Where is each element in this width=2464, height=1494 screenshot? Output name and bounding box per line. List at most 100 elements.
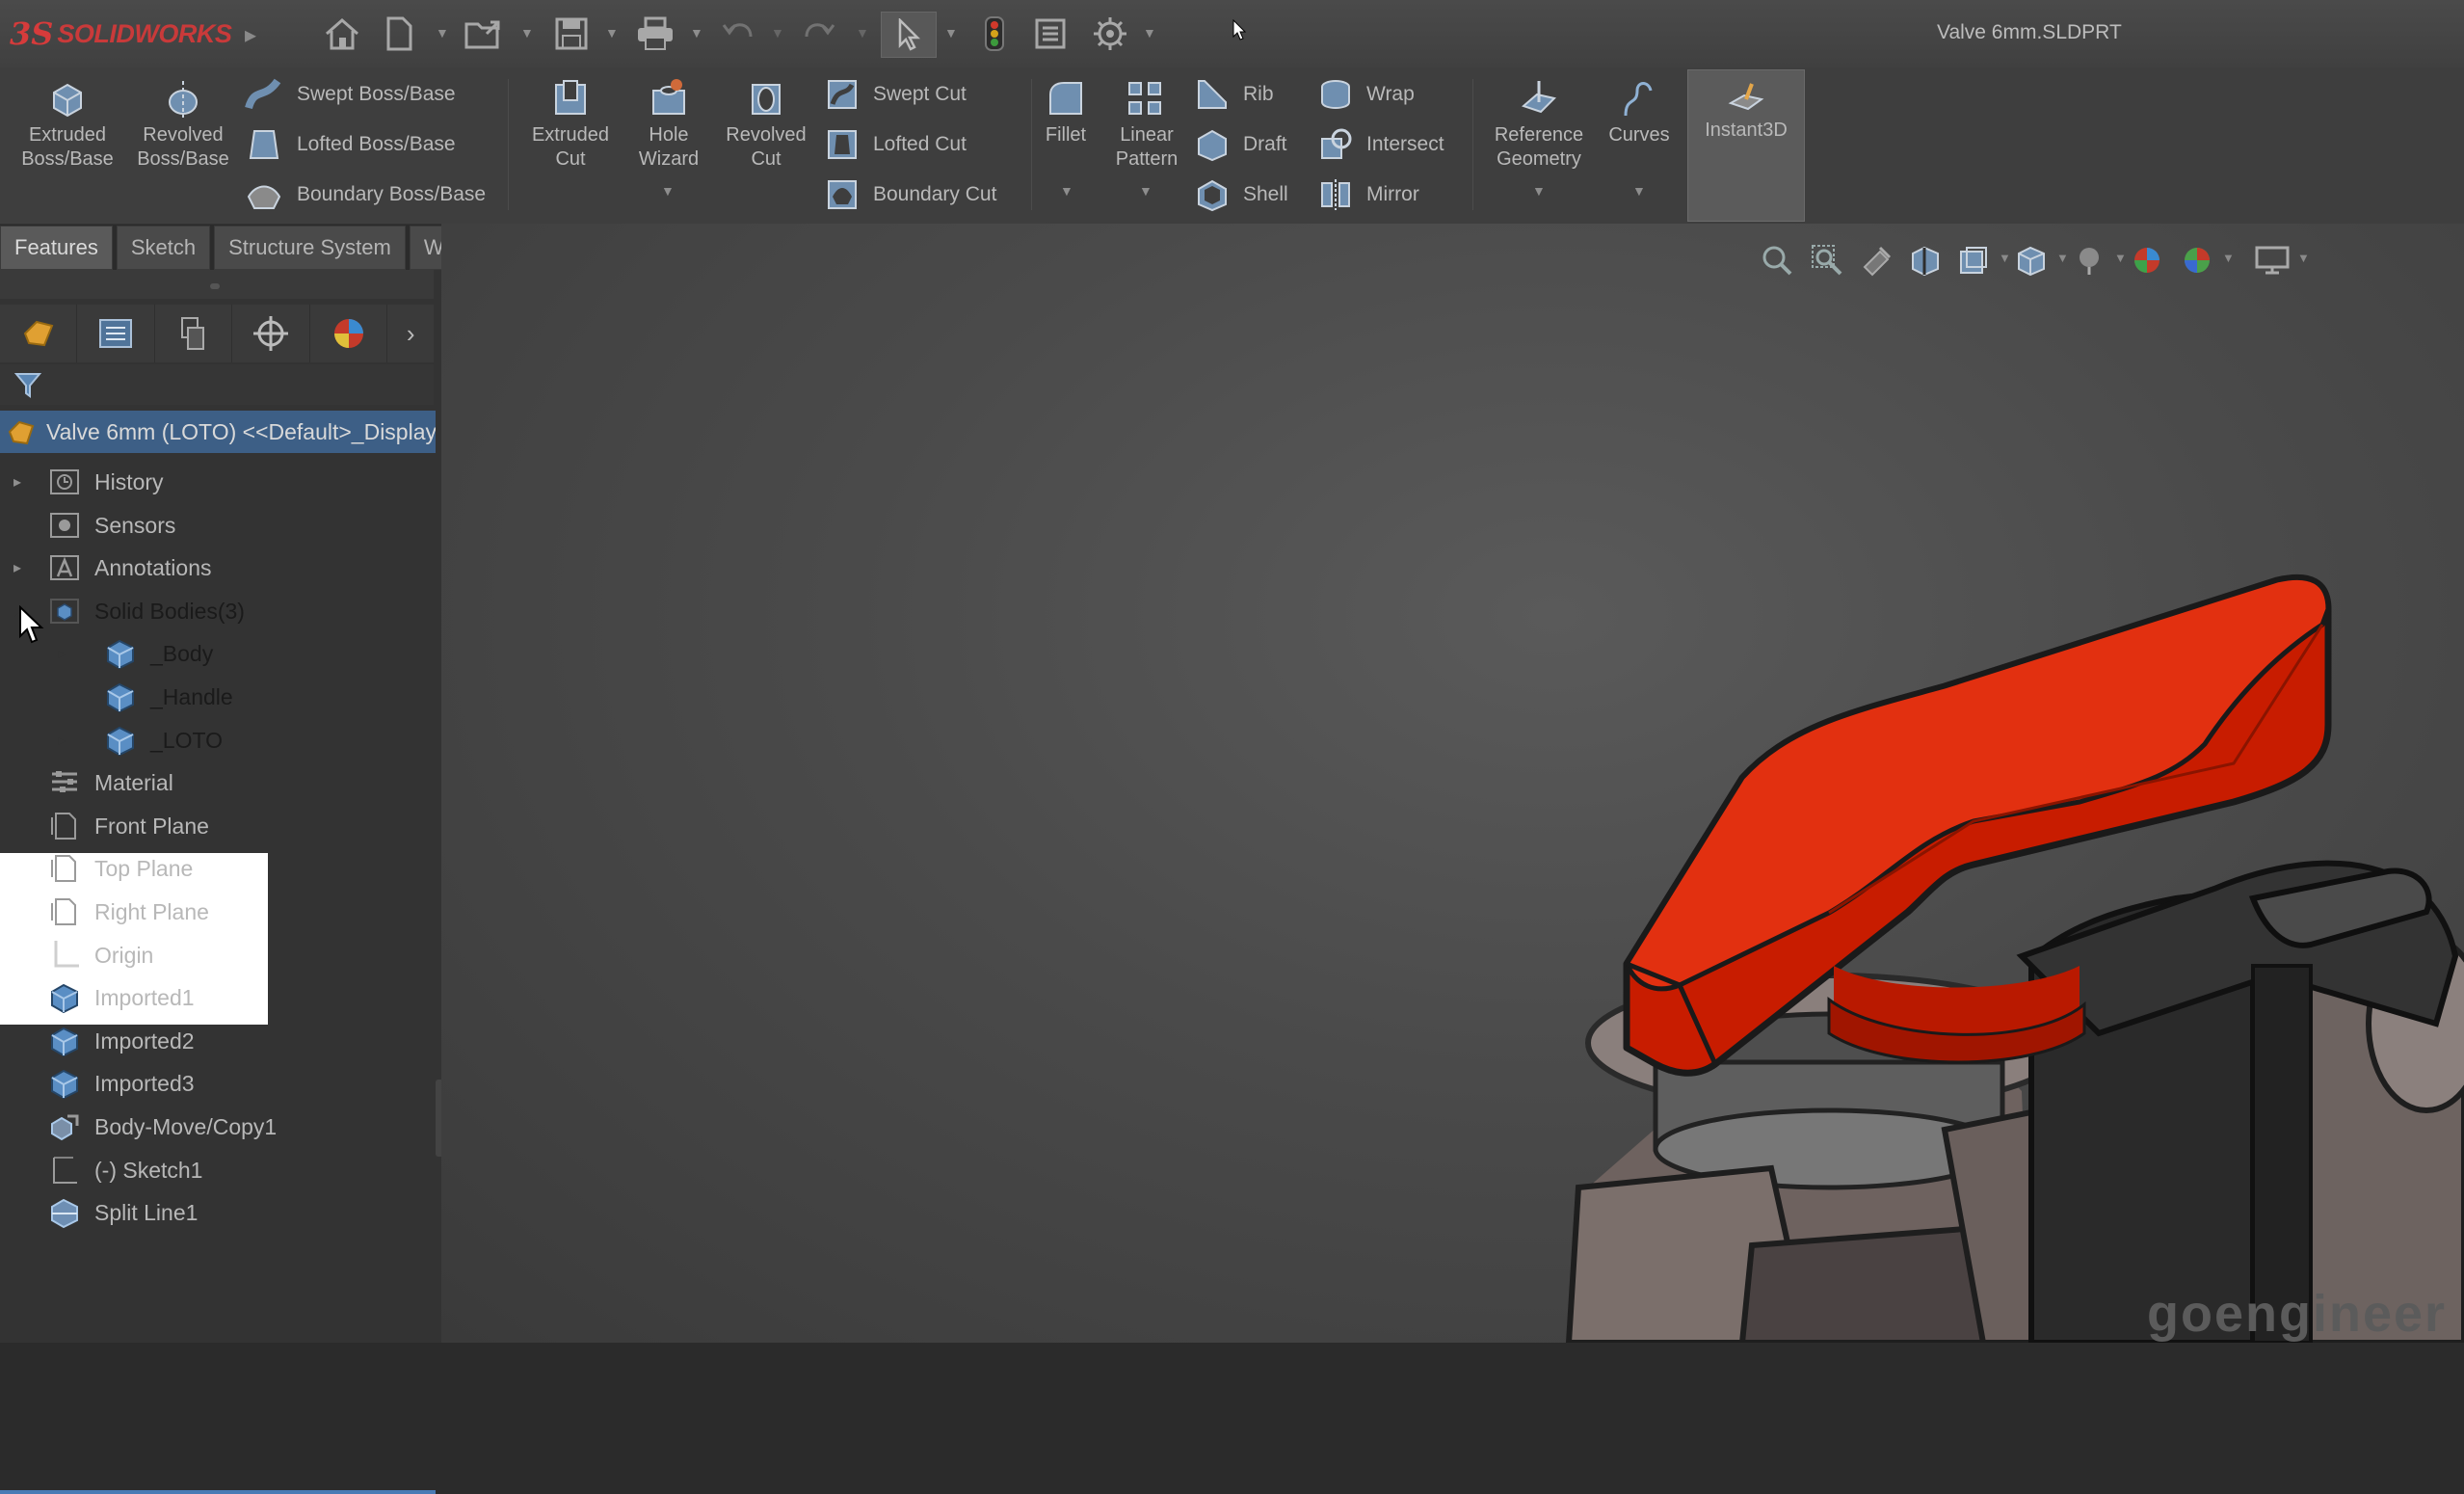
tree-item-right-plane[interactable]: Right Plane bbox=[0, 891, 434, 933]
linear-pattern-button[interactable]: Linear Pattern bbox=[1102, 77, 1191, 172]
mirror-button[interactable]: Mirror bbox=[1318, 175, 1419, 214]
curves-icon bbox=[1624, 82, 1653, 117]
swept-cut-button[interactable]: Swept Cut bbox=[825, 75, 967, 114]
chevron-down-icon[interactable]: ▼ bbox=[1632, 183, 1646, 199]
tree-item-imported3[interactable]: Imported3 bbox=[0, 1062, 434, 1105]
reference-geometry-button[interactable]: Reference Geometry bbox=[1480, 77, 1598, 172]
tree-item-sketch1[interactable]: (-) Sketch1 bbox=[0, 1149, 434, 1191]
solidworks-logo[interactable]: 3S SOLIDWORKS bbox=[10, 13, 232, 54]
save-icon[interactable] bbox=[547, 12, 596, 56]
solid-body-icon bbox=[104, 680, 137, 719]
chevron-down-icon[interactable]: ▼ bbox=[605, 25, 619, 40]
chevron-down-icon[interactable]: ▼ bbox=[771, 25, 784, 40]
file-properties-icon[interactable] bbox=[1029, 12, 1072, 56]
chevron-down-icon[interactable]: ▼ bbox=[661, 183, 675, 199]
valve-model-3d[interactable] bbox=[441, 224, 2464, 1343]
rebuild-icon[interactable] bbox=[973, 12, 1016, 56]
fillet-button[interactable]: Fillet bbox=[1037, 77, 1095, 147]
tab-sketch[interactable]: Sketch bbox=[116, 226, 211, 270]
revolved-boss-button[interactable]: Revolved Boss/Base bbox=[127, 77, 239, 172]
plane-icon bbox=[48, 810, 81, 848]
reference-geometry-icon bbox=[1522, 81, 1556, 114]
new-document-icon[interactable] bbox=[378, 12, 420, 56]
redo-icon[interactable] bbox=[798, 12, 840, 56]
instant3d-label-wrap: Instant3D bbox=[1688, 70, 1804, 143]
property-manager-tab[interactable] bbox=[77, 305, 155, 362]
tree-item-imported1[interactable]: Imported1 bbox=[0, 976, 434, 1019]
move-copy-icon bbox=[48, 1110, 81, 1149]
expand-arrow-icon[interactable]: ▸ bbox=[13, 558, 21, 577]
tree-rollback-bar[interactable] bbox=[0, 1490, 436, 1494]
open-icon[interactable] bbox=[461, 12, 509, 56]
linear-pattern-icon bbox=[1128, 82, 1161, 115]
chevron-down-icon[interactable]: ▼ bbox=[1139, 183, 1153, 199]
chevron-down-icon[interactable]: ▼ bbox=[520, 25, 534, 40]
rib-button[interactable]: Rib bbox=[1195, 75, 1274, 114]
menu-expand-arrow-icon[interactable]: ▸ bbox=[245, 21, 256, 49]
curves-button[interactable]: Curves bbox=[1600, 77, 1679, 147]
tree-item-split-line1[interactable]: Split Line1 bbox=[0, 1191, 434, 1234]
tree-item-origin[interactable]: Origin bbox=[0, 934, 434, 976]
tree-root-item[interactable]: Valve 6mm (LOTO) <<Default>_Display Stat… bbox=[0, 411, 436, 453]
tab-features[interactable]: Features bbox=[0, 226, 113, 270]
chevron-down-icon[interactable]: ▼ bbox=[944, 25, 958, 40]
instant3d-button[interactable]: Instant3D bbox=[1687, 69, 1805, 222]
chevron-down-icon[interactable]: ▼ bbox=[1143, 25, 1156, 40]
chevron-down-icon[interactable]: ▼ bbox=[690, 25, 703, 40]
extruded-cut-icon bbox=[555, 80, 586, 115]
display-manager-tab[interactable] bbox=[310, 305, 388, 362]
tree-item-material-not-specified[interactable]: Material bbox=[0, 761, 434, 804]
crosshair-icon bbox=[253, 316, 289, 351]
tree-item-imported2[interactable]: Imported2 bbox=[0, 1020, 434, 1062]
lofted-boss-button[interactable]: Lofted Boss/Base bbox=[245, 125, 456, 164]
chevron-down-icon[interactable]: ▼ bbox=[436, 25, 449, 40]
appearance-sphere-icon bbox=[333, 319, 363, 348]
options-icon[interactable] bbox=[1087, 12, 1133, 56]
tree-item-annotations[interactable]: ▸ Annotations bbox=[0, 547, 434, 589]
panel-tabs-more-arrow-icon[interactable]: › bbox=[387, 305, 434, 362]
tree-item-history[interactable]: ▸ History bbox=[0, 461, 434, 503]
boundary-cut-button[interactable]: Boundary Cut bbox=[825, 175, 996, 214]
swept-boss-button[interactable]: Swept Boss/Base bbox=[245, 75, 456, 114]
extruded-cut-button[interactable]: Extruded Cut bbox=[518, 77, 623, 172]
expand-arrow-icon[interactable]: ▸ bbox=[13, 472, 21, 492]
print-icon[interactable] bbox=[630, 12, 680, 56]
wrap-button[interactable]: Wrap bbox=[1318, 75, 1415, 114]
imported-body-icon bbox=[48, 1067, 81, 1106]
feature-manager-tab[interactable] bbox=[0, 305, 78, 362]
tree-item-body-move-copy1[interactable]: Body-Move/Copy1 bbox=[0, 1106, 434, 1148]
lofted-cut-button[interactable]: Lofted Cut bbox=[825, 125, 967, 164]
graphics-area[interactable]: ▼ ▼ ▼ ▼ ▼ goengineer bbox=[441, 224, 2464, 1343]
extruded-boss-button[interactable]: Extruded Boss/Base bbox=[13, 77, 121, 172]
filter-icon[interactable] bbox=[13, 370, 42, 399]
chevron-down-icon[interactable]: ▼ bbox=[1532, 183, 1546, 199]
boundary-boss-button[interactable]: Boundary Boss/Base bbox=[245, 175, 486, 214]
tree-item-front-plane[interactable]: Front Plane bbox=[0, 805, 434, 847]
tree-item-handle[interactable]: _Handle bbox=[0, 676, 268, 718]
hole-wizard-button[interactable]: Hole Wizard bbox=[624, 77, 713, 172]
select-icon[interactable] bbox=[881, 12, 937, 58]
expand-arrow-icon[interactable]: ▸ bbox=[58, 644, 66, 663]
shell-button[interactable]: Shell bbox=[1195, 175, 1288, 214]
chevron-down-icon[interactable]: ▼ bbox=[856, 25, 869, 40]
dimxpert-manager-tab[interactable] bbox=[232, 305, 310, 362]
tree-item-sensors[interactable]: Sensors bbox=[0, 504, 434, 547]
panel-header-strip bbox=[0, 270, 434, 299]
panel-grip-dot[interactable] bbox=[210, 283, 220, 289]
tree-item-top-plane[interactable]: Top Plane bbox=[0, 847, 434, 890]
undo-icon[interactable] bbox=[717, 12, 759, 56]
configuration-manager-tab[interactable] bbox=[155, 305, 233, 362]
chevron-down-icon[interactable]: ▼ bbox=[1060, 183, 1073, 199]
tree-item-loto[interactable]: ▸ _LOTO bbox=[0, 719, 268, 761]
lofted-cut-icon bbox=[828, 130, 857, 159]
panel-tabs: › bbox=[0, 305, 434, 362]
intersect-button[interactable]: Intersect bbox=[1318, 125, 1444, 164]
revolved-cut-button[interactable]: Revolved Cut bbox=[715, 77, 817, 172]
title-bar: 3S SOLIDWORKS ▸ ▼ ▼ ▼ ▼ ▼ ▼ ▼ ▼ Valve 6m… bbox=[0, 0, 2464, 68]
draft-button[interactable]: Draft bbox=[1195, 125, 1287, 164]
home-icon[interactable] bbox=[318, 12, 366, 56]
boundary-boss-icon bbox=[247, 185, 281, 209]
expand-arrow-icon[interactable]: ▸ bbox=[58, 731, 66, 750]
tab-structure-system[interactable]: Structure System bbox=[214, 226, 406, 270]
solid-body-icon bbox=[104, 724, 137, 762]
